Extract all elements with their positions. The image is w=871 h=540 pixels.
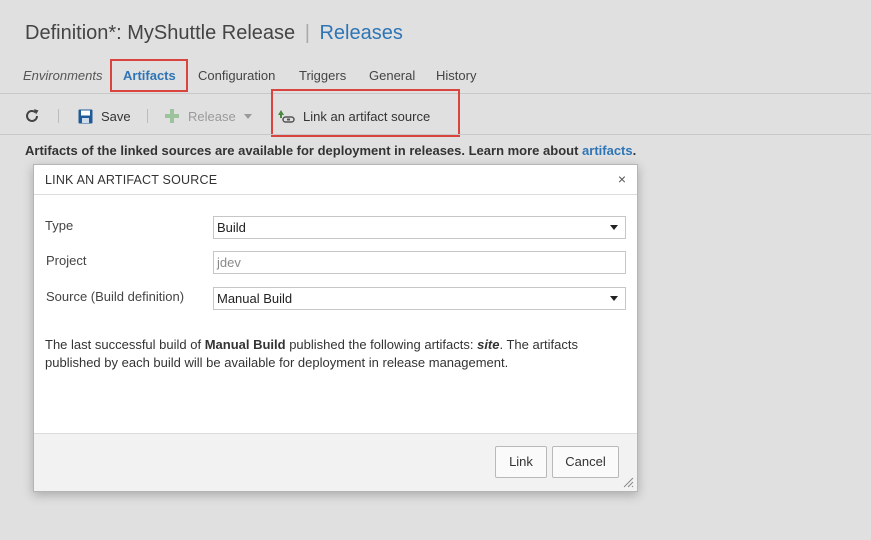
dialog-header: LINK AN ARTIFACT SOURCE × xyxy=(34,165,637,195)
info-period: . xyxy=(632,143,637,158)
project-value: jdev xyxy=(217,255,241,270)
chevron-down-icon xyxy=(610,296,618,301)
tab-history[interactable]: History xyxy=(436,62,476,90)
tab-configuration[interactable]: Configuration xyxy=(198,62,275,90)
artifacts-info-text: Artifacts of the linked sources are avai… xyxy=(25,143,636,158)
page-title: Definition*: MyShuttle Release | Release… xyxy=(25,22,403,45)
plus-icon xyxy=(165,109,179,123)
toolbar-separator xyxy=(58,109,59,123)
type-value: Build xyxy=(217,220,246,235)
desc-middle: published the following artifacts: xyxy=(285,337,478,352)
type-label: Type xyxy=(45,218,74,233)
desc-prefix: The last successful build of xyxy=(45,337,205,352)
close-icon[interactable]: × xyxy=(618,171,626,187)
definition-title: Definition*: MyShuttle Release xyxy=(25,22,296,44)
artifacts-tab-highlight xyxy=(110,59,188,92)
link-button[interactable]: Link xyxy=(495,446,547,478)
resize-grip-icon[interactable] xyxy=(622,476,634,488)
save-button[interactable]: Save xyxy=(78,102,131,130)
cancel-button[interactable]: Cancel xyxy=(552,446,619,478)
tab-environments[interactable]: Environments xyxy=(23,62,102,90)
desc-build-name: Manual Build xyxy=(204,337,286,352)
link-source-highlight xyxy=(271,89,460,137)
type-select[interactable]: Build xyxy=(213,216,626,239)
refresh-button[interactable] xyxy=(24,102,40,130)
dialog-footer: Link Cancel xyxy=(34,433,637,491)
link-artifact-source-dialog: LINK AN ARTIFACT SOURCE × Type Build Pro… xyxy=(33,164,638,492)
source-label: Source (Build definition) xyxy=(46,289,185,304)
chevron-down-icon xyxy=(243,113,252,119)
project-field: jdev xyxy=(213,251,626,274)
tab-general[interactable]: General xyxy=(369,62,415,90)
save-label: Save xyxy=(101,108,131,124)
releases-link[interactable]: Releases xyxy=(319,22,402,44)
artifacts-learn-more-link[interactable]: artifacts xyxy=(582,143,633,158)
release-label: Release xyxy=(188,108,236,124)
artifacts-description: The last successful build of Manual Buil… xyxy=(45,336,605,372)
toolbar-separator xyxy=(147,109,148,123)
chevron-down-icon xyxy=(610,225,618,230)
source-value: Manual Build xyxy=(217,291,293,306)
tab-triggers[interactable]: Triggers xyxy=(299,62,346,90)
toolbar-divider xyxy=(0,134,871,135)
title-separator: | xyxy=(304,22,310,44)
save-icon xyxy=(78,109,93,123)
dialog-title: LINK AN ARTIFACT SOURCE xyxy=(45,173,218,187)
project-label: Project xyxy=(46,253,87,268)
release-button[interactable]: Release xyxy=(164,102,252,130)
info-text: Artifacts of the linked sources are avai… xyxy=(25,143,579,158)
source-build-definition-select[interactable]: Manual Build xyxy=(213,287,626,310)
desc-artifact-name: site xyxy=(477,337,500,352)
refresh-icon xyxy=(26,109,39,122)
